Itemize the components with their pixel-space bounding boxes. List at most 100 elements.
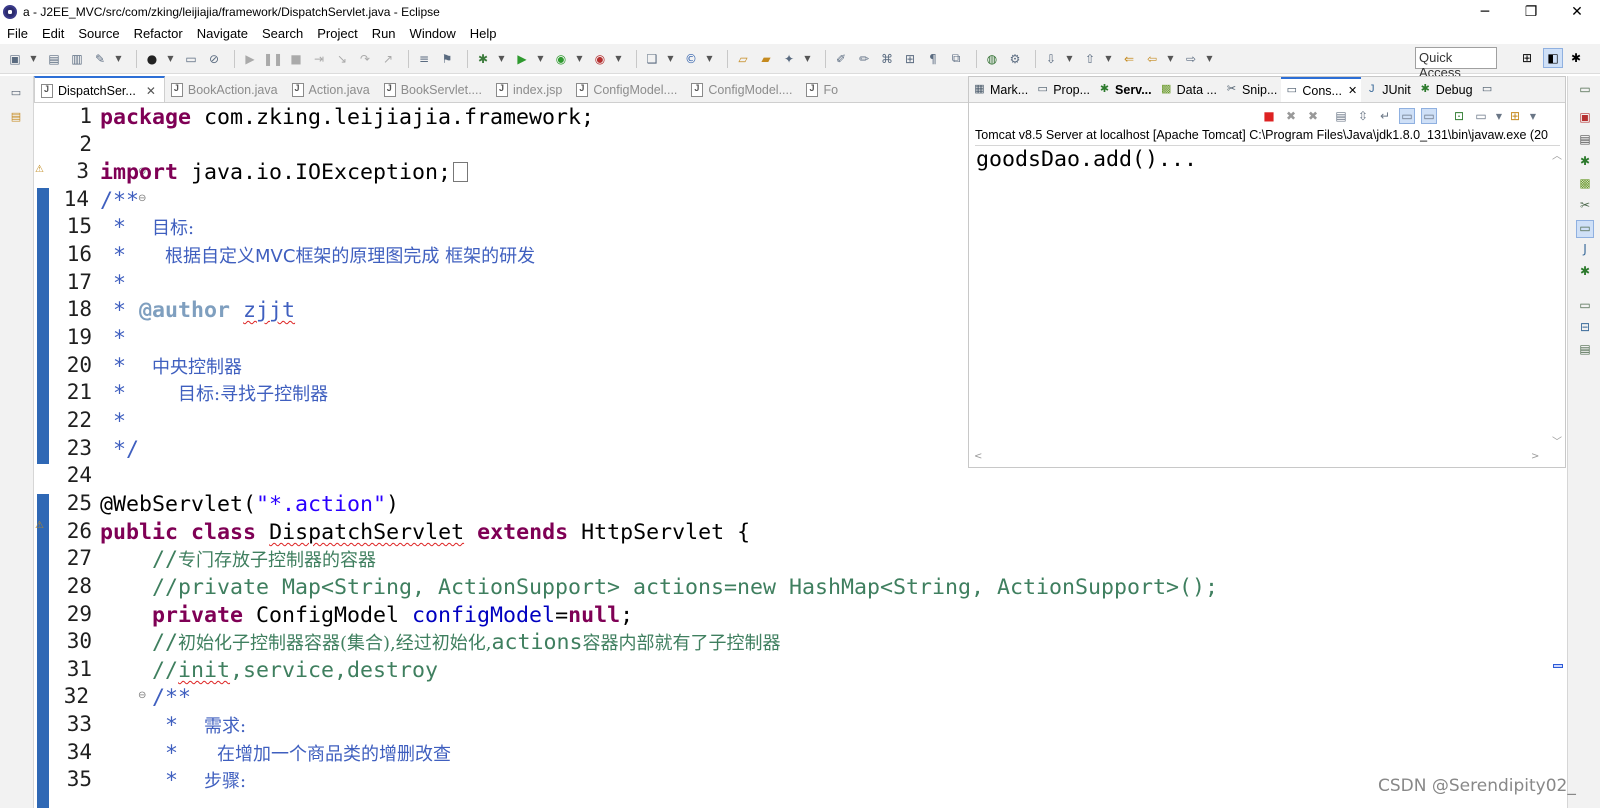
- terminal-icon[interactable]: ▭: [182, 50, 200, 68]
- menu-run[interactable]: Run: [365, 26, 403, 41]
- new-class-icon[interactable]: ©: [682, 50, 700, 68]
- coverage-icon[interactable]: ⚑: [438, 50, 456, 68]
- external-tools-icon[interactable]: ◉: [591, 50, 609, 68]
- java-ee-perspective-icon[interactable]: ◧: [1543, 48, 1563, 68]
- new-project-dropdown-icon[interactable]: ▼: [666, 50, 675, 68]
- menu-help[interactable]: Help: [463, 26, 504, 41]
- minimize-button[interactable]: ─: [1462, 0, 1508, 24]
- toggle-comment-icon[interactable]: ≡: [415, 50, 433, 68]
- debug-perspective-icon[interactable]: ✱: [1566, 48, 1586, 68]
- new-dropdown-icon[interactable]: ▼: [29, 50, 38, 68]
- new-java-project-icon[interactable]: ❑: [643, 50, 661, 68]
- scroll-lock-icon[interactable]: ⇳: [1355, 108, 1371, 124]
- console-icon[interactable]: ▭: [1576, 220, 1594, 238]
- skip-breakpoints-icon[interactable]: ⊘: [205, 50, 223, 68]
- console-output[interactable]: goodsDao.add()...: [976, 147, 1551, 172]
- run-icon[interactable]: ▶: [513, 50, 531, 68]
- annotation-icon[interactable]: ✐: [832, 50, 850, 68]
- minimize-view[interactable]: ▭: [1477, 77, 1502, 102]
- menu-edit[interactable]: Edit: [35, 26, 71, 41]
- scroll-left-icon[interactable]: <: [974, 451, 982, 462]
- tab-configmodel-1[interactable]: ConfigModel....: [570, 76, 685, 102]
- block-selection-icon[interactable]: ⌘: [878, 50, 896, 68]
- maximize-button[interactable]: ❐: [1508, 0, 1554, 24]
- junit-icon[interactable]: J: [1576, 242, 1594, 260]
- menu-file[interactable]: File: [0, 26, 35, 41]
- datasource-icon[interactable]: ▩: [1576, 176, 1594, 194]
- console-horizontal-scrollbar[interactable]: < >: [969, 449, 1565, 467]
- publish-dropdown-icon[interactable]: ▼: [114, 50, 123, 68]
- debug-icon[interactable]: ✱: [474, 50, 492, 68]
- tab-debug[interactable]: ✱ Debug: [1415, 77, 1477, 102]
- display-console-dropdown-icon[interactable]: ▼: [1491, 108, 1507, 124]
- occurrence-marker[interactable]: [1553, 664, 1563, 668]
- menu-project[interactable]: Project: [310, 26, 364, 41]
- show-whitespace-icon[interactable]: ¶: [924, 50, 942, 68]
- tab-configmodel-2[interactable]: ConfigModel....: [685, 76, 800, 102]
- tab-data-source[interactable]: ▩ Data ...: [1156, 77, 1221, 102]
- remove-all-terminated-icon[interactable]: ✖: [1305, 108, 1321, 124]
- step-return-icon[interactable]: ↗: [379, 50, 397, 68]
- tab-fo[interactable]: Fo: [800, 76, 846, 102]
- server-dropdown-icon[interactable]: ▼: [166, 50, 175, 68]
- previous-annotation-dropdown-icon[interactable]: ▼: [1104, 50, 1113, 68]
- run-coverage-icon[interactable]: ◉: [552, 50, 570, 68]
- tab-bookaction[interactable]: BookAction.java: [165, 76, 286, 102]
- tab-snippets[interactable]: ✂ Snip...: [1221, 77, 1281, 102]
- coverage-dropdown-icon[interactable]: ▼: [575, 50, 584, 68]
- forward-icon[interactable]: ⇨: [1182, 50, 1200, 68]
- console-vertical-scrollbar[interactable]: ︿ ﹀: [1550, 147, 1564, 448]
- word-wrap-icon[interactable]: ↵: [1377, 108, 1393, 124]
- quick-access-input[interactable]: Quick Access: [1415, 47, 1497, 80]
- tab-junit[interactable]: J JUnit: [1361, 77, 1414, 102]
- close-icon[interactable]: ✕: [146, 84, 156, 98]
- folded-imports-box[interactable]: [453, 162, 469, 182]
- external-tools-dropdown-icon[interactable]: ▼: [614, 50, 623, 68]
- tab-action[interactable]: Action.java: [286, 76, 378, 102]
- scroll-down-icon[interactable]: ﹀: [1552, 433, 1562, 448]
- tab-index-jsp[interactable]: index.jsp: [490, 76, 570, 102]
- menu-search[interactable]: Search: [255, 26, 310, 41]
- restore-icon[interactable]: ▭: [1576, 82, 1594, 100]
- restore-icon[interactable]: ▭: [1576, 298, 1594, 316]
- step-over-icon[interactable]: ↷: [356, 50, 374, 68]
- pin-console-icon[interactable]: ⊡: [1451, 108, 1467, 124]
- previous-annotation-icon[interactable]: ⇧: [1081, 50, 1099, 68]
- publish-icon[interactable]: ✎: [91, 50, 109, 68]
- bookmarks-icon[interactable]: ▤: [1576, 342, 1594, 360]
- scroll-up-icon[interactable]: ︿: [1552, 147, 1562, 162]
- open-console-icon[interactable]: ⊞: [1507, 108, 1523, 124]
- menu-navigate[interactable]: Navigate: [190, 26, 255, 41]
- show-on-stderr-icon[interactable]: ▭: [1421, 108, 1437, 124]
- close-icon[interactable]: ✕: [1348, 84, 1357, 97]
- resume-icon[interactable]: ▶: [241, 50, 259, 68]
- show-on-stdout-icon[interactable]: ▭: [1399, 108, 1415, 124]
- remove-launch-icon[interactable]: ✖: [1283, 108, 1299, 124]
- warning-marker-icon[interactable]: ⚠: [35, 164, 49, 176]
- snippets-icon[interactable]: ✂: [1576, 198, 1594, 216]
- tab-properties[interactable]: ▭ Prop...: [1032, 77, 1094, 102]
- tab-markers[interactable]: ▦ Mark...: [969, 77, 1032, 102]
- new-icon[interactable]: ▣: [6, 50, 24, 68]
- next-annotation-dropdown-icon[interactable]: ▼: [1065, 50, 1074, 68]
- open-type-icon[interactable]: ▱: [734, 50, 752, 68]
- menu-source[interactable]: Source: [71, 26, 126, 41]
- run-dropdown-icon[interactable]: ▼: [536, 50, 545, 68]
- open-perspective-icon[interactable]: ⊞: [1517, 48, 1537, 68]
- new-class-dropdown-icon[interactable]: ▼: [705, 50, 714, 68]
- forward-dropdown-icon[interactable]: ▼: [1205, 50, 1214, 68]
- hierarchy-icon[interactable]: ⊟: [1576, 320, 1594, 338]
- last-edit-location-icon[interactable]: ⇐: [1120, 50, 1138, 68]
- word-wrap-icon[interactable]: ⊞: [901, 50, 919, 68]
- save-all-icon[interactable]: ▥: [68, 50, 86, 68]
- terminate-icon[interactable]: ■: [287, 50, 305, 68]
- suspend-icon[interactable]: ❚❚: [263, 50, 283, 68]
- search-icon[interactable]: ✦: [780, 50, 798, 68]
- servers-icon[interactable]: ✱: [1576, 154, 1594, 172]
- save-icon[interactable]: ▤: [45, 50, 63, 68]
- outline-icon[interactable]: ▤: [1576, 132, 1594, 150]
- scroll-right-icon[interactable]: >: [1531, 451, 1539, 462]
- terminate-icon[interactable]: ■: [1261, 108, 1277, 124]
- server-icon[interactable]: ●: [143, 50, 161, 68]
- web-browser-icon[interactable]: ◍: [983, 50, 1001, 68]
